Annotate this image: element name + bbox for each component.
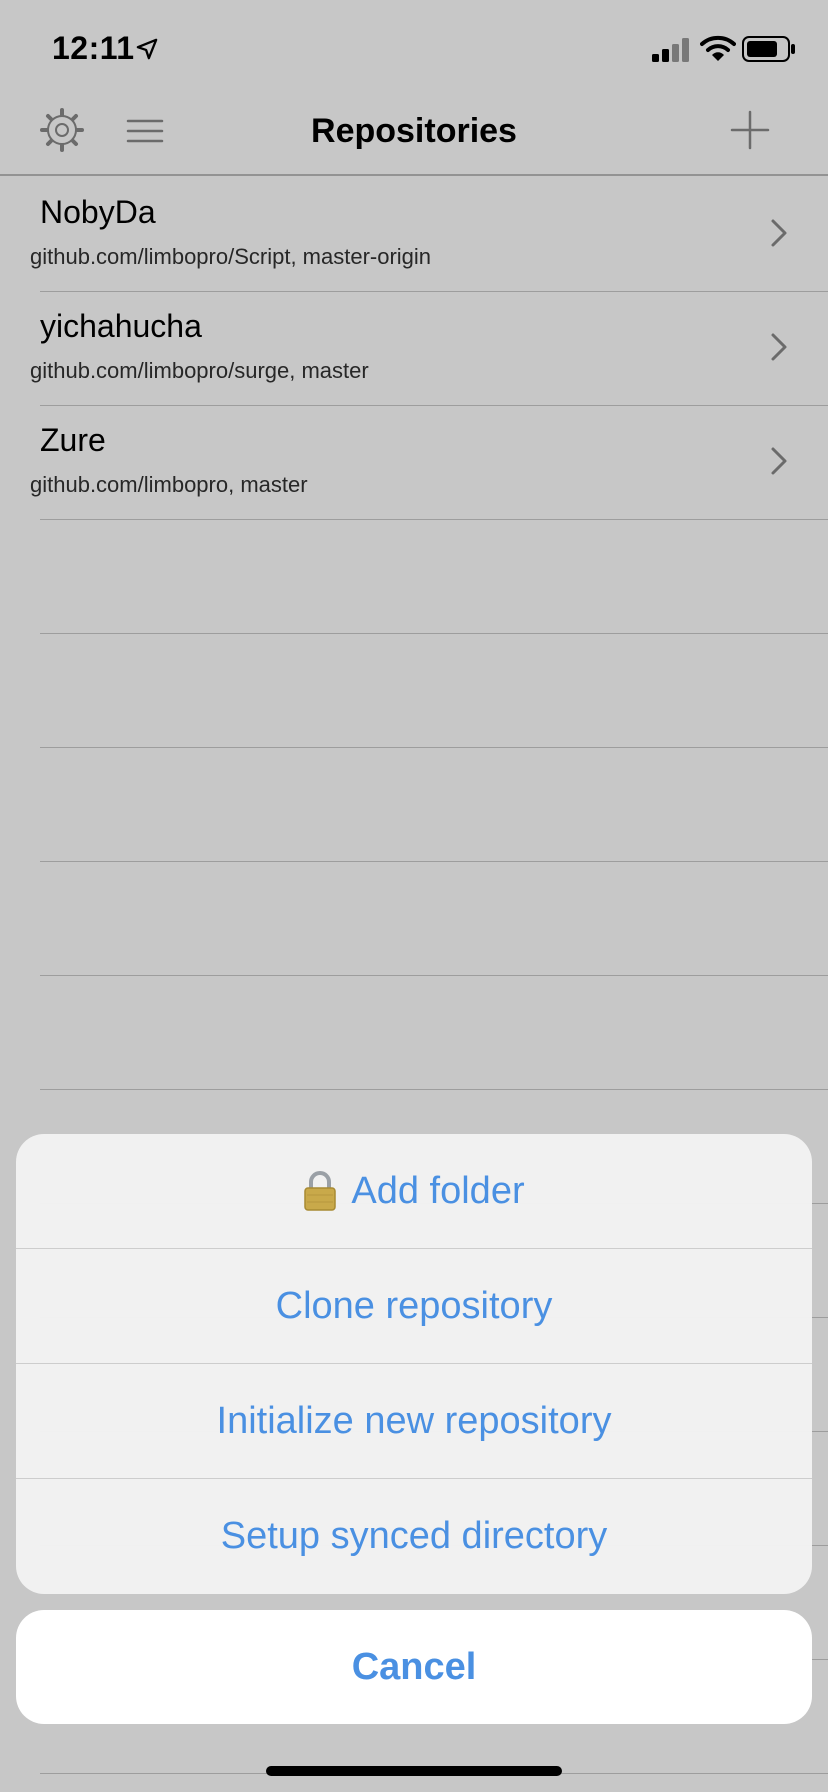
action-sheet: Add folder Clone repository Initialize n… — [16, 1134, 812, 1594]
cancel-button[interactable]: Cancel — [16, 1610, 812, 1724]
setup-synced-directory-label: Setup synced directory — [220, 1515, 608, 1557]
clone-repository-button[interactable]: Clone repository — [16, 1249, 812, 1364]
initialize-repository-label: Initialize new repository — [216, 1399, 612, 1442]
add-folder-button[interactable]: Add folder — [16, 1134, 812, 1249]
setup-synced-directory-button[interactable]: Setup synced directory — [16, 1479, 812, 1594]
initialize-repository-button[interactable]: Initialize new repository — [16, 1364, 812, 1479]
cancel-label: Cancel — [351, 1645, 477, 1688]
add-folder-label: Add folder — [351, 1169, 525, 1212]
clone-repository-label: Clone repository — [275, 1284, 553, 1327]
home-indicator[interactable] — [266, 1766, 562, 1776]
lock-icon — [304, 1171, 337, 1211]
